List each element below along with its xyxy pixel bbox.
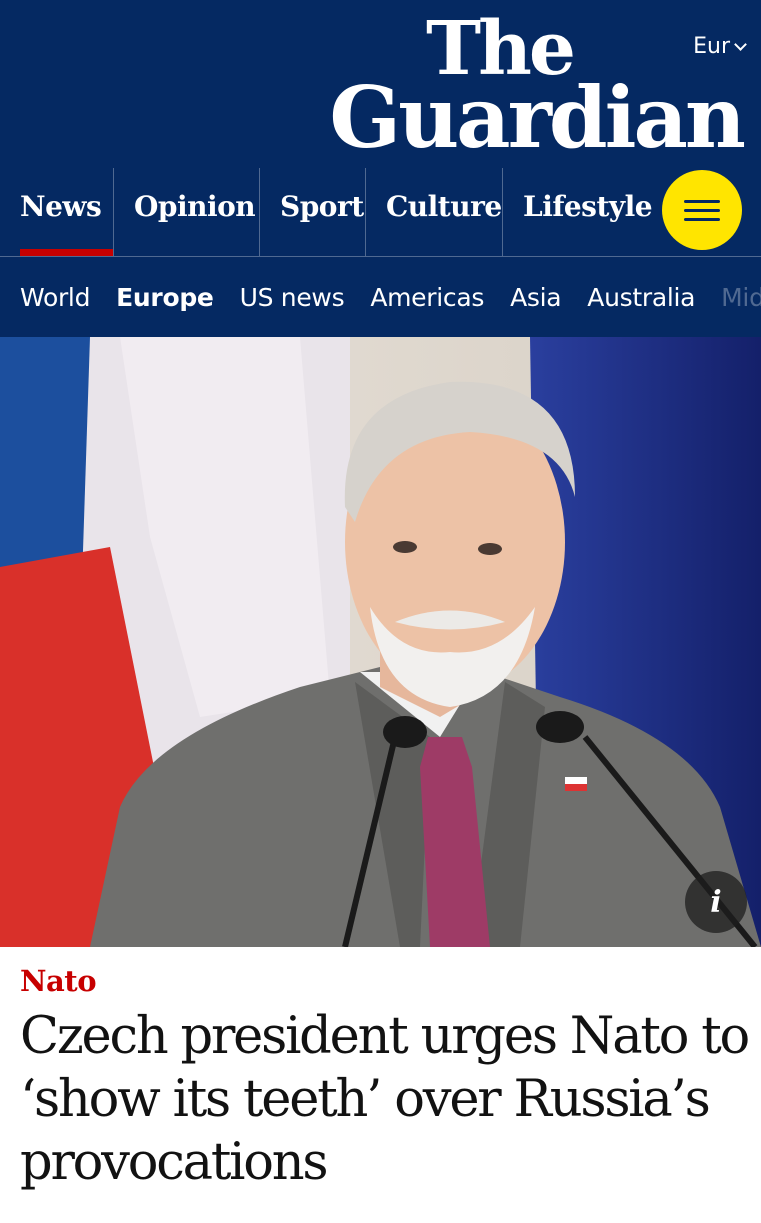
logo-line-guardian: Guardian xyxy=(329,67,746,167)
menu-icon-bar xyxy=(684,217,720,221)
hero-photo: i xyxy=(0,337,761,947)
hero-photo-illustration xyxy=(0,337,761,947)
menu-icon-bar xyxy=(684,208,720,212)
pillar-sport[interactable]: Sport xyxy=(259,168,365,256)
site-header: Eur The Guardian News Opinion Sport Cult… xyxy=(0,0,761,337)
info-icon[interactable]: i xyxy=(685,871,747,933)
subnav-americas[interactable]: Americas xyxy=(370,283,484,312)
subnav-us-news[interactable]: US news xyxy=(240,283,345,312)
pillar-opinion[interactable]: Opinion xyxy=(113,168,259,256)
article-kicker[interactable]: Nato xyxy=(20,964,97,998)
guardian-logo[interactable]: The Guardian xyxy=(329,12,746,167)
article-headline: Czech president urges Nato to ‘show its … xyxy=(20,1007,750,1192)
subnav-world[interactable]: World xyxy=(20,283,90,312)
sub-nav: World Europe US news Americas Asia Austr… xyxy=(0,257,761,337)
pillar-news[interactable]: News xyxy=(0,168,113,256)
menu-button[interactable] xyxy=(662,170,742,250)
pillar-culture[interactable]: Culture xyxy=(365,168,502,256)
menu-icon-bar xyxy=(684,199,720,203)
pillar-lifestyle[interactable]: Lifestyle xyxy=(502,168,662,256)
subnav-asia[interactable]: Asia xyxy=(510,283,562,312)
subnav-middle-east[interactable]: Mid xyxy=(721,283,761,312)
subnav-europe[interactable]: Europe xyxy=(116,283,214,312)
subnav-australia[interactable]: Australia xyxy=(587,283,695,312)
pillar-nav: News Opinion Sport Culture Lifestyle xyxy=(0,168,761,256)
